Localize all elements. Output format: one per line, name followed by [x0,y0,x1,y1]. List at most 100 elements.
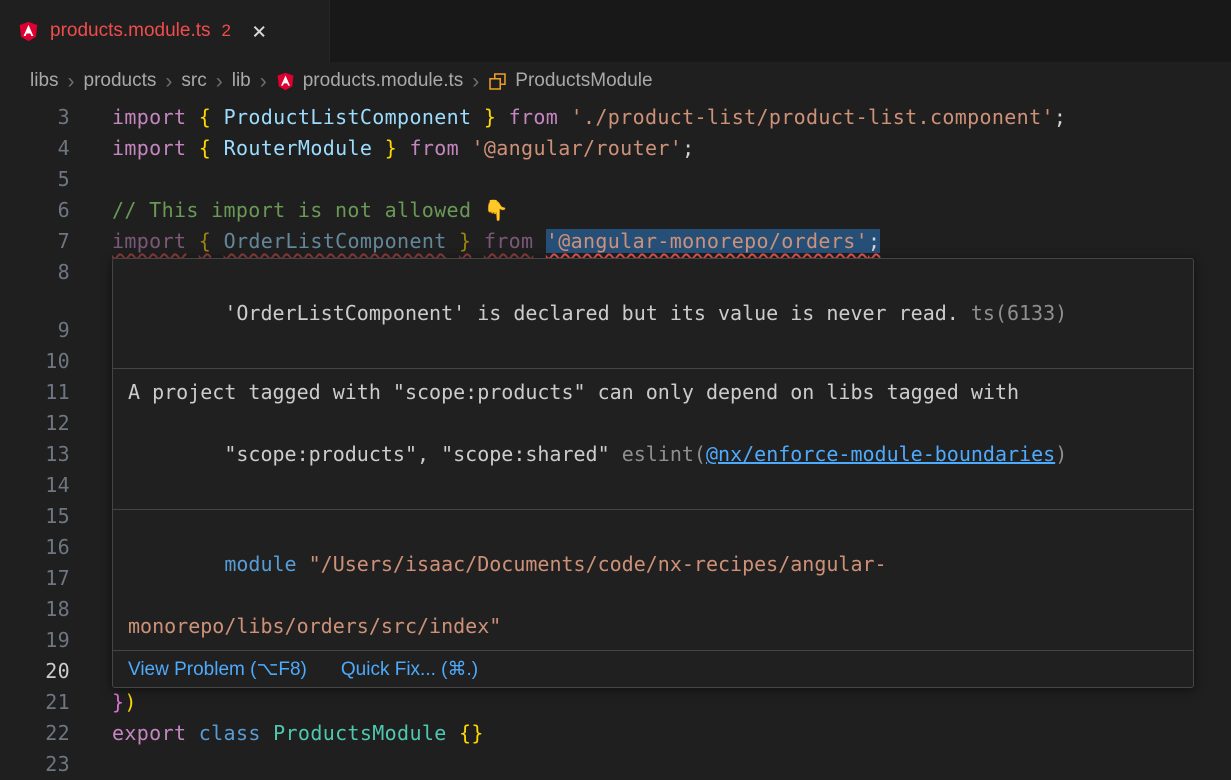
breadcrumb-item-products[interactable]: products [84,70,157,92]
line-number: 6 [0,195,70,226]
tab-products-module[interactable]: products.module.ts 2 × [0,0,330,62]
code-token: { [199,136,211,160]
code-token: } [112,690,124,714]
code-token: { [199,229,211,253]
angular-icon [18,21,39,42]
breadcrumb-item-src[interactable]: src [181,70,206,92]
line-number: 17 [0,563,70,594]
code-token: export [112,721,186,745]
ts-error-code: ts(6133) [971,301,1067,325]
code-token: class [199,721,261,745]
line-number: 8 [0,257,70,288]
code-token: } [385,136,397,160]
code-token [459,136,471,160]
code-editor: 'OrderListComponent' is declared but its… [0,100,1231,780]
breadcrumb-separator: › [68,71,75,92]
ts-error-message: 'OrderListComponent' is declared but its… [224,301,959,325]
close-icon[interactable]: × [252,19,266,43]
view-problem-link[interactable]: View Problem (⌥F8) [128,658,307,681]
code-token: // This import is not allowed [112,198,484,222]
breadcrumb-label: products [84,70,157,92]
module-keyword: module [224,552,296,576]
code-token [211,105,223,129]
code-token [471,229,483,253]
line-number: 23 [0,749,70,780]
breadcrumb-separator: › [260,71,267,92]
code-token: { [199,105,211,129]
breadcrumb-item-lib[interactable]: lib [232,70,251,92]
line-number: 21 [0,687,70,718]
breadcrumb-separator: › [472,71,479,92]
code-token: ; [1054,105,1066,129]
line-number: 10 [0,346,70,377]
eslint-message-line1: A project tagged with "scope:products" c… [128,380,1019,404]
code-text[interactable]: }) [112,687,137,718]
breadcrumb-separator: › [165,71,172,92]
eslint-source-open: eslint( [622,442,706,466]
line-number: 3 [0,102,70,133]
tab-problems-badge: 2 [222,21,231,41]
code-line-21: 21}) [0,687,1231,718]
line-number: 4 [0,133,70,164]
class-symbol-icon [488,72,507,91]
hover-module-info: module "/Users/isaac/Documents/code/nx-r… [113,509,1193,650]
line-number: 7 [0,226,70,257]
code-token: ; [868,229,880,253]
code-line-5: 5 [0,164,1231,195]
code-token: {} [459,721,484,745]
module-path-line1: "/Users/isaac/Documents/code/nx-recipes/… [297,552,887,576]
module-path-line2: monorepo/libs/orders/src/index" [128,614,501,638]
code-token: '@angular/router' [471,136,682,160]
code-line-7: 7 import { OrderListComponent } from '@an… [0,226,1231,257]
code-token: 👇 [484,198,509,222]
breadcrumb-item-symbol[interactable]: ProductsModule [488,70,652,92]
line-number: 9 [0,315,70,346]
code-token [211,229,223,253]
code-token [186,229,198,253]
code-token: import [112,229,186,253]
hover-eslint-diagnostic: A project tagged with "scope:products" c… [113,368,1193,509]
code-token [447,229,459,253]
code-token: } [484,105,496,129]
code-text[interactable]: // This import is not allowed 👇 [112,195,509,226]
code-token: import [112,105,186,129]
breadcrumb-item-libs[interactable]: libs [30,70,59,92]
quick-fix-link[interactable]: Quick Fix... (⌘.) [341,658,478,681]
tab-title: products.module.ts [50,20,211,42]
code-token: './product-list/product-list.component' [571,105,1054,129]
code-text[interactable]: import { ProductListComponent } from './… [112,102,1066,133]
eslint-message-line2: "scope:products", "scope:shared" [224,442,621,466]
line-number: 12 [0,408,70,439]
error-squiggle-range: import { OrderListComponent } from '@ang… [112,229,880,253]
error-hover-widget: 'OrderListComponent' is declared but its… [112,258,1194,688]
code-line-4: 4 import { RouterModule } from '@angular/… [0,133,1231,164]
code-token: from [509,105,559,129]
eslint-rule-link[interactable]: @nx/enforce-module-boundaries [706,442,1055,466]
line-number: 22 [0,718,70,749]
code-token [447,721,459,745]
code-line-23: 23 [0,749,1231,780]
line-number: 18 [0,594,70,625]
code-token [558,105,570,129]
breadcrumb-label: libs [30,70,59,92]
line-number: 20 [0,656,70,687]
breadcrumb: libs › products › src › lib › products.m… [0,62,1231,100]
code-text[interactable]: import { OrderListComponent } from '@ang… [112,226,880,257]
code-token [533,229,545,253]
tab-bar: products.module.ts 2 × [0,0,1231,62]
code-text[interactable]: export class ProductsModule {} [112,718,484,749]
code-token: ProductsModule [273,721,446,745]
line-number: 5 [0,164,70,195]
angular-icon [276,72,295,91]
code-token [372,136,384,160]
code-line-3: 3 import { ProductListComponent } from '.… [0,102,1231,133]
code-token: '@angular-monorepo/orders' [546,229,868,253]
code-token: OrderListComponent [224,229,447,253]
code-token [261,721,273,745]
breadcrumb-label: products.module.ts [303,70,464,92]
code-text[interactable]: import { RouterModule } from '@angular/r… [112,133,695,164]
breadcrumb-label: lib [232,70,251,92]
code-token [496,105,508,129]
breadcrumb-item-file[interactable]: products.module.ts [276,70,464,92]
code-token: ProductListComponent [224,105,472,129]
